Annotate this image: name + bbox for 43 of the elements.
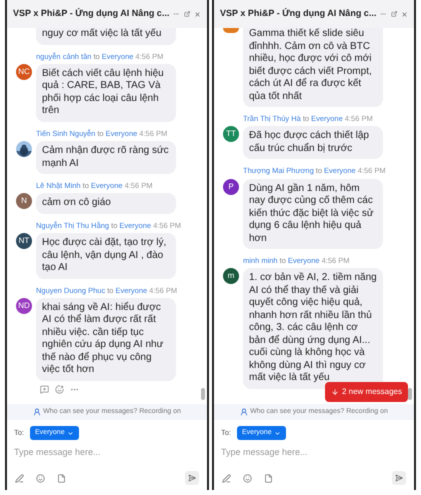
message-bubble: 1. cơ bản về AI, 2. tiềm năng AI có thể thay thế và giải quyết công việc hiệu quả, nhanh hơn rất nhiều lần thủ công, 3. các câu lệnh cơ bản để dùng ứng dụng AI... cuối cùng là không học và không dùng AI thì nguy cơ mất việc là tất yếu: [243, 268, 383, 389]
emoji-icon[interactable]: [243, 474, 252, 482]
message-input[interactable]: Type message here...: [14, 444, 200, 460]
format-icon[interactable]: [15, 474, 24, 482]
message-bubble: Dùng AI gần 1 năm, hôm nay được củng cố thêm các kiến thức đặc biệt là việc sử dụng 6 câu lệnh hiệu quả hơn: [243, 178, 383, 249]
scrollbar: [408, 388, 412, 400]
message-bubble: Biết cách viết câu lệnh hiệu quả : CARE, BAB, TAG Và phối hợp các loại câu lệnh trên: [36, 64, 176, 122]
avatar: NT: [16, 233, 32, 249]
privacy-icon: [240, 408, 248, 416]
scrollbar: [201, 388, 205, 400]
format-icon[interactable]: [222, 474, 231, 482]
message-bubble: Gamma thiết kế slide siêu đỉnhhh. Cảm ơn cô và BTC nhiều, học được với cô mới biết được cách viết Prompt, cách út AI để ra được kết qủa tốt nhất: [243, 28, 383, 107]
window-title: VSP x Phi&P - Ứng dụng AI Nâng c...: [220, 7, 376, 20]
pop-out-icon[interactable]: [184, 9, 190, 19]
message-bubble: khai sáng về AI: hiểu được AI có thể làm được rất rất nhiều việc. cần tiếp tục nghiên cứu áp dụng AI như thế nào để phục vụ công việc tốt hơn: [36, 298, 176, 381]
pop-out-icon[interactable]: [390, 9, 398, 19]
message-bubble: Học được cài đặt, tạo trợ lý, câu lệnh, vận dụng AI , đào tạo AI: [36, 233, 176, 278]
avatar: TT: [223, 126, 239, 142]
arrow-down-icon: [330, 388, 339, 396]
privacy-icon: [33, 408, 42, 416]
reply-icon[interactable]: [40, 384, 49, 394]
message-input[interactable]: Type message here...: [221, 444, 407, 460]
window-title: VSP x Phi&P - Ứng dụng AI Nâng c...: [13, 7, 170, 20]
send-button[interactable]: [392, 471, 406, 485]
emoji-icon[interactable]: [36, 474, 45, 482]
avatar: NC: [16, 64, 32, 80]
message-bubble: nguy cơ mất việc là tất yếu: [36, 28, 176, 44]
message-bubble: Đã học được cách thiết lập cấu trúc chuẩn bị trước: [243, 126, 383, 160]
message-bubble: cảm ơn cô giáo: [36, 193, 176, 214]
send-icon: [188, 474, 196, 482]
avatar: ND: [16, 298, 32, 314]
send-icon: [395, 474, 403, 482]
new-messages-button[interactable]: 2 new messages: [324, 382, 408, 402]
avatar: m: [223, 268, 239, 284]
reaction-icon[interactable]: [55, 384, 64, 394]
file-icon[interactable]: [264, 474, 273, 482]
message-bubble: Cảm nhận được rõ ràng sức mạnh AI: [36, 141, 176, 174]
avatar: N: [16, 193, 32, 210]
chevron-icon: [274, 430, 281, 436]
chevron-icon: [66, 430, 74, 436]
send-button[interactable]: [185, 471, 199, 485]
file-icon[interactable]: [57, 474, 66, 482]
avatar: P: [223, 178, 239, 194]
